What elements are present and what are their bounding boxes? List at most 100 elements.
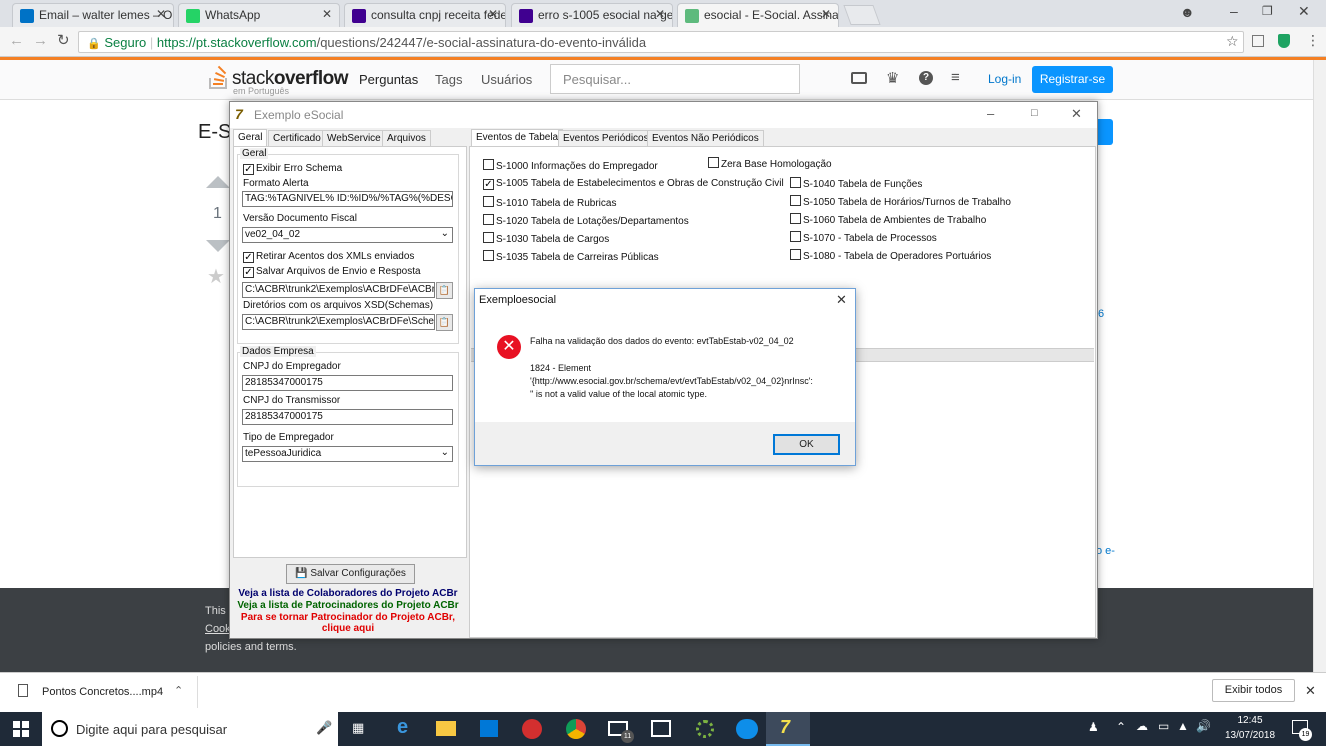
register-button[interactable]: Registrar-se [1032, 66, 1113, 93]
so-search-input[interactable]: Pesquisar... [550, 64, 800, 94]
downvote-icon[interactable] [206, 240, 230, 252]
back-icon[interactable]: ← [9, 32, 24, 49]
minimize-icon[interactable]: – [987, 106, 994, 121]
event-checkbox[interactable]: S-1020 Tabela de Lotações/Departamentos [483, 214, 689, 227]
close-tab-icon[interactable]: ✕ [322, 7, 332, 21]
browser-tab[interactable]: erro s-1005 esocial na ge ✕ [511, 3, 673, 27]
link-colaboradores[interactable]: Veja a lista de Colaboradores do Projeto… [230, 588, 466, 599]
network-app-icon[interactable] [696, 720, 714, 738]
nav-tags[interactable]: Tags [435, 72, 462, 87]
shield-extension-icon[interactable] [1278, 34, 1290, 48]
nav-usuarios[interactable]: Usuários [481, 72, 532, 87]
clock-time[interactable]: 12:45 [1222, 715, 1278, 726]
event-checkbox[interactable]: ✓ S-1005 Tabela de Estabelecimentos e Obr… [483, 178, 784, 190]
forward-icon[interactable]: → [33, 32, 48, 49]
chrome-icon[interactable] [566, 719, 586, 739]
close-tab-icon[interactable]: ✕ [655, 7, 665, 21]
cnpj-transmissor-input[interactable]: 28185347000175 [242, 409, 453, 425]
cnpj-empregador-input[interactable]: 28185347000175 [242, 375, 453, 391]
page-scrollbar[interactable] [1313, 60, 1326, 672]
tab-geral[interactable]: Geral [233, 129, 268, 146]
formato-alerta-input[interactable]: TAG:%TAGNIVEL% ID:%ID%/%TAG%(%DESCRI [242, 191, 453, 207]
side-fragment[interactable]: 6 [1098, 308, 1104, 320]
people-icon[interactable]: ♟ [1088, 720, 1099, 734]
chevron-up-icon[interactable]: ⌃ [174, 684, 183, 697]
event-checkbox[interactable]: S-1050 Tabela de Horários/Turnos de Trab… [790, 195, 1011, 208]
show-all-downloads-button[interactable]: Exibir todos [1212, 679, 1295, 702]
extension-icon[interactable] [1252, 35, 1264, 47]
file-explorer-icon[interactable] [436, 721, 456, 736]
tray-chevron-icon[interactable]: ⌃ [1116, 720, 1126, 734]
tab-eventos-tabela[interactable]: Eventos de Tabela [471, 129, 564, 146]
close-tab-icon[interactable]: ✕ [488, 7, 498, 21]
volume-icon[interactable]: 🔊 [1196, 719, 1211, 733]
menu-kebab-icon[interactable]: ⋮ [1306, 32, 1320, 49]
edge-icon[interactable]: e [397, 716, 408, 739]
minimize-icon[interactable]: – [1230, 3, 1238, 19]
close-icon[interactable]: ✕ [1071, 106, 1082, 122]
nav-perguntas[interactable]: Perguntas [359, 72, 418, 87]
upvote-icon[interactable] [206, 176, 230, 188]
event-checkbox[interactable]: S-1035 Tabela de Carreiras Públicas [483, 250, 659, 263]
download-filename[interactable]: Pontos Concretos....mp4 [42, 686, 163, 698]
link-patrocinadores[interactable]: Veja a lista de Patrocinadores do Projet… [230, 600, 466, 611]
help-icon[interactable]: ? [919, 71, 933, 85]
close-downloads-icon[interactable]: ✕ [1305, 683, 1316, 699]
store-icon[interactable] [480, 720, 498, 737]
windows-start-icon[interactable] [13, 721, 29, 737]
teamviewer-icon[interactable] [736, 719, 758, 739]
window-app-icon[interactable] [651, 720, 671, 737]
tab-arquivos[interactable]: Arquivos [382, 130, 431, 147]
reload-icon[interactable]: ↻ [57, 31, 70, 49]
retirar-acentos-checkbox[interactable]: ✓ Retirar Acentos dos XMLs enviados [243, 251, 414, 263]
event-checkbox[interactable]: S-1070 - Tabela de Processos [790, 231, 937, 244]
link-clique-aqui[interactable]: clique aqui [230, 623, 466, 634]
path-arquivos-input[interactable]: C:\ACBR\trunk2\Exemplos\ACBrDFe\ACBreSo [242, 282, 435, 298]
close-tab-icon[interactable]: ✕ [821, 7, 831, 21]
profile-icon[interactable]: ☻ [1180, 4, 1195, 20]
salvar-configuracoes-button[interactable]: 💾 Salvar Configurações [286, 564, 415, 584]
tab-certificado[interactable]: Certificado [268, 130, 326, 147]
browser-tab[interactable]: consulta cnpj receita fede ✕ [344, 3, 506, 27]
so-logo-icon[interactable] [207, 64, 231, 90]
event-checkbox[interactable]: S-1060 Tabela de Ambientes de Trabalho [790, 213, 986, 226]
question-title[interactable]: E-S [198, 121, 231, 144]
event-checkbox[interactable]: S-1080 - Tabela de Operadores Portuários [790, 249, 991, 262]
tab-eventos-periodicos[interactable]: Eventos Periódicos [558, 130, 654, 147]
browser-tab[interactable]: Email – walter lemes – Ou ✕ [12, 3, 174, 27]
media-app-icon[interactable] [522, 719, 542, 739]
browser-tab[interactable]: WhatsApp ✕ [178, 3, 340, 27]
clock-date[interactable]: 13/07/2018 [1222, 730, 1278, 741]
tab-webservice[interactable]: WebService [322, 130, 386, 147]
ok-button[interactable]: OK [773, 434, 840, 455]
task-view-icon[interactable]: ▦ [352, 720, 364, 736]
dialog-close-icon[interactable]: ✕ [836, 292, 847, 308]
browse-folder-icon[interactable]: 📋 [436, 282, 453, 299]
event-checkbox[interactable]: S-1030 Tabela de Cargos [483, 232, 609, 245]
footer-cookie-link[interactable]: Cook [205, 623, 231, 635]
trophy-icon[interactable]: ♛ [886, 69, 899, 87]
event-checkbox[interactable]: S-1000 Informações do Empregador [483, 159, 658, 172]
close-window-icon[interactable]: ✕ [1298, 3, 1310, 20]
login-link[interactable]: Log-in [988, 72, 1021, 86]
side-fragment[interactable]: o e- [1096, 545, 1115, 557]
exibir-erro-checkbox[interactable]: ✓ Exibir Erro Schema [243, 163, 342, 175]
favorite-star-icon[interactable]: ★ [207, 264, 225, 289]
browse-folder-icon[interactable]: 📋 [436, 314, 453, 331]
url-bar[interactable]: 🔒 Seguro | https://pt.stackoverflow.com/… [78, 31, 1244, 53]
review-icon[interactable]: ≡ [951, 69, 960, 86]
link-tornar-patrocinador[interactable]: Para se tornar Patrocinador do Projeto A… [230, 612, 466, 623]
event-checkbox[interactable]: S-1040 Tabela de Funções [790, 177, 922, 190]
versao-select[interactable]: ve02_04_02 ⌄ [242, 227, 453, 243]
zera-base-checkbox[interactable]: Zera Base Homologação [708, 157, 832, 170]
tab-eventos-nao-periodicos[interactable]: Eventos Não Periódicos [647, 130, 764, 147]
maximize-icon[interactable]: □ [1031, 107, 1038, 119]
wifi-icon[interactable]: ▲ [1177, 719, 1189, 733]
bookmark-star-icon[interactable]: ☆ [1226, 33, 1239, 50]
tipo-empregador-select[interactable]: tePessoaJuridica ⌄ [242, 446, 453, 462]
battery-icon[interactable]: ▭ [1158, 719, 1169, 733]
close-tab-icon[interactable]: ✕ [156, 7, 166, 21]
onedrive-icon[interactable]: ☁ [1136, 719, 1148, 733]
maximize-icon[interactable]: ❐ [1262, 4, 1273, 18]
salvar-arquivos-checkbox[interactable]: ✓ Salvar Arquivos de Envio e Resposta [243, 266, 421, 278]
